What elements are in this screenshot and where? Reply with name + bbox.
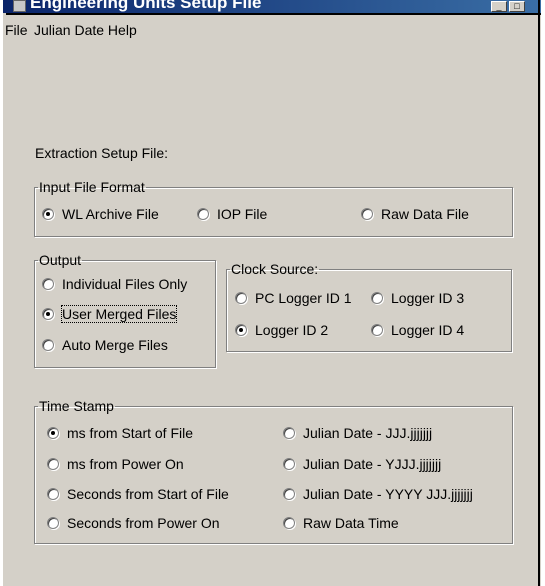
radio-individual-files-only[interactable]: Individual Files Only [42, 276, 187, 292]
radio-indicator [371, 292, 383, 304]
output-legend: Output [39, 252, 82, 268]
radio-indicator [361, 208, 373, 220]
radio-label: Julian Date - YJJJ.jjjjjjj [303, 456, 442, 472]
radio-julian-date-yjjj[interactable]: Julian Date - YJJJ.jjjjjjj [283, 456, 441, 472]
app-icon [13, 0, 26, 12]
app-window: Engineering Units Setup File _ □ File Ju… [3, 0, 541, 586]
maximize-button[interactable]: □ [509, 1, 525, 12]
radio-indicator [235, 324, 247, 336]
radio-indicator [42, 339, 54, 351]
radio-pc-logger-id-1[interactable]: PC Logger ID 1 [235, 290, 352, 306]
radio-label: Raw Data File [381, 206, 469, 222]
input-format-legend: Input File Format [39, 179, 145, 195]
radio-indicator [197, 208, 209, 220]
radio-indicator [283, 427, 295, 439]
clock-source-group: Clock Source: [226, 261, 512, 352]
radio-label: Individual Files Only [62, 276, 188, 292]
minimize-button[interactable]: _ [491, 1, 507, 12]
radio-indicator [47, 458, 59, 470]
radio-indicator [47, 488, 59, 500]
radio-label: Logger ID 4 [391, 322, 465, 338]
title-divider [6, 13, 541, 15]
radio-indicator [47, 427, 59, 439]
radio-indicator [42, 308, 54, 320]
window-edge [538, 0, 540, 586]
radio-wl-archive-file[interactable]: WL Archive File [42, 206, 159, 222]
radio-ms-from-power-on[interactable]: ms from Power On [47, 456, 184, 472]
title-bar[interactable]: Engineering Units Setup File _ □ [3, 0, 541, 13]
menu-file[interactable]: File [5, 22, 28, 38]
radio-label: ms from Power On [67, 456, 184, 472]
clock-source-legend: Clock Source: [231, 261, 319, 277]
radio-indicator [47, 517, 59, 529]
radio-label: Logger ID 3 [391, 290, 465, 306]
radio-label: Julian Date - JJJ.jjjjjjj [303, 425, 433, 441]
extraction-setup-label: Extraction Setup File: [35, 145, 169, 161]
radio-label: Auto Merge Files [62, 337, 168, 353]
radio-label: Raw Data Time [303, 515, 399, 531]
radio-label: Julian Date - YYYY JJJ.jjjjjjj [303, 486, 473, 502]
radio-indicator [283, 488, 295, 500]
radio-label: PC Logger ID 1 [255, 290, 352, 306]
radio-label: WL Archive File [62, 206, 159, 222]
radio-label: ms from Start of File [67, 425, 194, 441]
radio-iop-file[interactable]: IOP File [197, 206, 267, 222]
radio-indicator [235, 292, 247, 304]
radio-user-merged-files[interactable]: User Merged Files [42, 305, 178, 323]
radio-logger-id-3[interactable]: Logger ID 3 [371, 290, 464, 306]
radio-logger-id-4[interactable]: Logger ID 4 [371, 322, 464, 338]
radio-julian-date-jjj[interactable]: Julian Date - JJJ.jjjjjjj [283, 425, 432, 441]
radio-julian-date-yyyy-jjj[interactable]: Julian Date - YYYY JJJ.jjjjjjj [283, 486, 473, 502]
radio-label: Logger ID 2 [255, 322, 329, 338]
radio-seconds-from-start-of-file[interactable]: Seconds from Start of File [47, 486, 229, 502]
radio-indicator [42, 278, 54, 290]
radio-raw-data-file[interactable]: Raw Data File [361, 206, 469, 222]
radio-label: User Merged Files [60, 305, 178, 323]
radio-raw-data-time[interactable]: Raw Data Time [283, 515, 399, 531]
radio-label: Seconds from Start of File [67, 486, 229, 502]
radio-indicator [42, 208, 54, 220]
time-stamp-legend: Time Stamp [39, 398, 114, 414]
radio-seconds-from-power-on[interactable]: Seconds from Power On [47, 515, 220, 531]
radio-label: IOP File [217, 206, 268, 222]
radio-auto-merge-files[interactable]: Auto Merge Files [42, 337, 168, 353]
radio-ms-from-start-of-file[interactable]: ms from Start of File [47, 425, 193, 441]
radio-indicator [371, 324, 383, 336]
radio-label: Seconds from Power On [67, 515, 220, 531]
menu-julian-date-help[interactable]: Julian Date Help [34, 22, 137, 38]
radio-indicator [283, 517, 295, 529]
radio-indicator [283, 458, 295, 470]
radio-logger-id-2[interactable]: Logger ID 2 [235, 322, 328, 338]
window-title: Engineering Units Setup File [30, 0, 262, 12]
